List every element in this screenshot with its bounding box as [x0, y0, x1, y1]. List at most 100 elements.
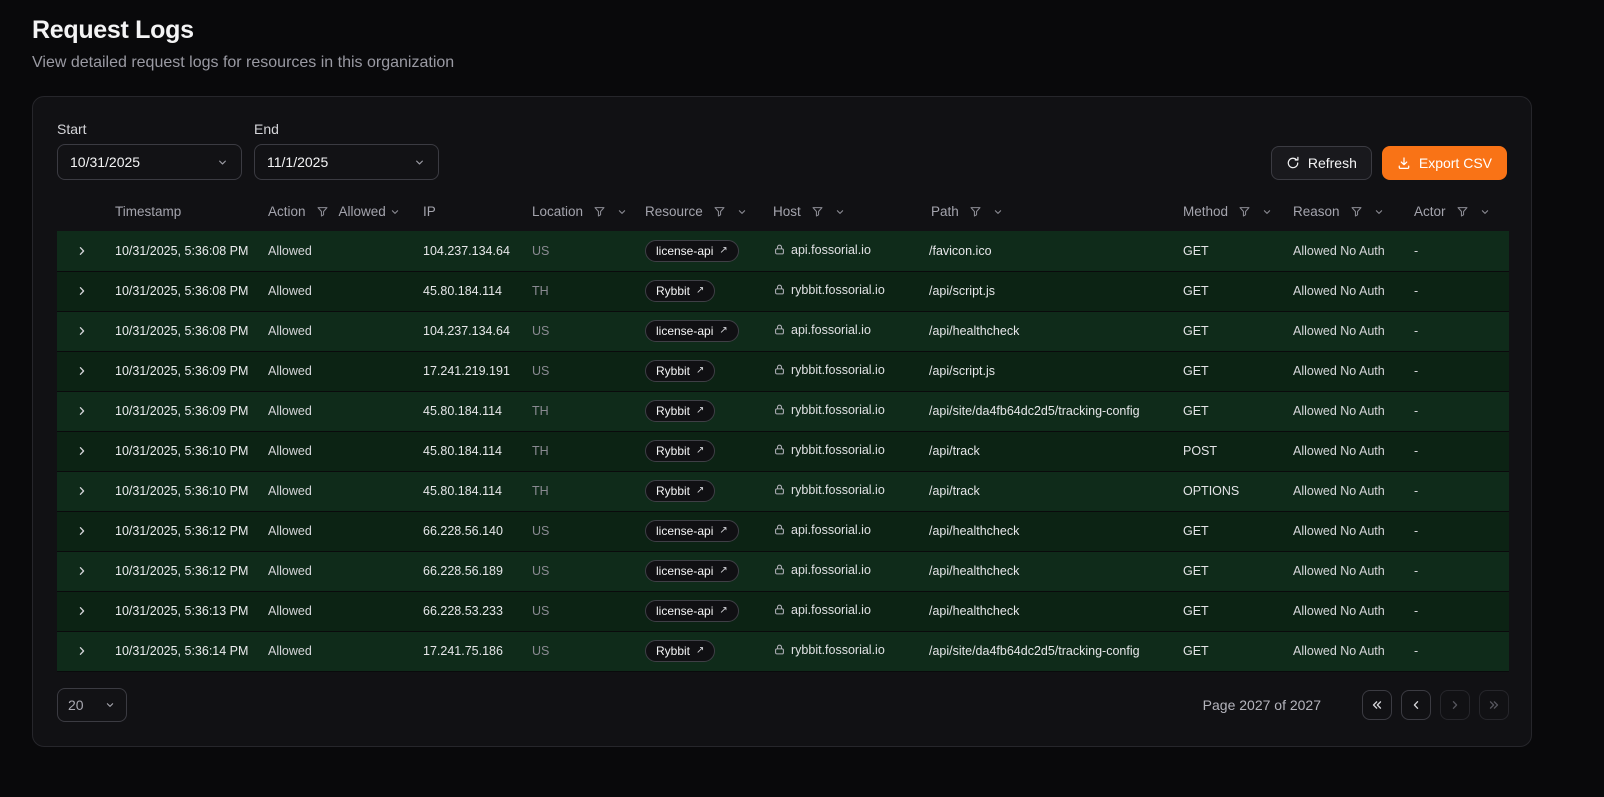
- last-page-button[interactable]: [1479, 690, 1509, 720]
- cell-method: OPTIONS: [1175, 471, 1285, 511]
- export-csv-button[interactable]: Export CSV: [1382, 146, 1507, 180]
- host-filter-icon[interactable]: [811, 205, 824, 218]
- log-row[interactable]: 10/31/2025, 5:36:13 PMAllowed66.228.53.2…: [57, 591, 1509, 631]
- row-expand-icon[interactable]: [75, 404, 89, 418]
- resource-badge[interactable]: license-api↗: [645, 320, 739, 342]
- resource-badge[interactable]: Rybbit↗: [645, 440, 715, 462]
- reason-filter-icon[interactable]: [1350, 205, 1363, 218]
- prev-page-button[interactable]: [1401, 690, 1431, 720]
- cell-method: POST: [1175, 431, 1285, 471]
- cell-actor: -: [1406, 351, 1509, 391]
- col-reason: Reason: [1285, 198, 1406, 231]
- cell-location: TH: [524, 471, 637, 511]
- lock-icon: [773, 603, 786, 616]
- log-row[interactable]: 10/31/2025, 5:36:12 PMAllowed66.228.56.1…: [57, 511, 1509, 551]
- next-page-button[interactable]: [1440, 690, 1470, 720]
- path-filter-icon[interactable]: [969, 205, 982, 218]
- cell-location: US: [524, 511, 637, 551]
- cell-timestamp: 10/31/2025, 5:36:14 PM: [107, 631, 260, 671]
- col-method: Method: [1175, 198, 1285, 231]
- external-link-icon: ↗: [719, 606, 727, 616]
- cell-method: GET: [1175, 351, 1285, 391]
- cell-host: api.fossorial.io: [765, 551, 923, 591]
- start-date-select[interactable]: 10/31/2025: [57, 144, 242, 180]
- host-chevron-icon[interactable]: [834, 206, 846, 218]
- request-logs-table: Timestamp Action Allowed IP: [57, 198, 1509, 672]
- resource-badge[interactable]: Rybbit↗: [645, 400, 715, 422]
- cell-location: US: [524, 351, 637, 391]
- resource-badge[interactable]: license-api↗: [645, 560, 739, 582]
- row-expand-icon[interactable]: [75, 524, 89, 538]
- lock-icon: [773, 363, 786, 376]
- cell-timestamp: 10/31/2025, 5:36:09 PM: [107, 351, 260, 391]
- method-chevron-icon[interactable]: [1261, 206, 1273, 218]
- resource-badge[interactable]: Rybbit↗: [645, 280, 715, 302]
- log-row[interactable]: 10/31/2025, 5:36:08 PMAllowed45.80.184.1…: [57, 271, 1509, 311]
- row-expand-icon[interactable]: [75, 364, 89, 378]
- resource-filter-icon[interactable]: [713, 205, 726, 218]
- path-chevron-icon[interactable]: [992, 206, 1004, 218]
- cell-resource: Rybbit↗: [637, 351, 765, 391]
- cell-action: Allowed: [260, 271, 415, 311]
- log-row[interactable]: 10/31/2025, 5:36:09 PMAllowed45.80.184.1…: [57, 391, 1509, 431]
- location-chevron-icon[interactable]: [616, 206, 628, 218]
- double-chevron-right-icon: [1487, 698, 1501, 712]
- method-filter-icon[interactable]: [1238, 205, 1251, 218]
- date-range-filters: Start 10/31/2025 End 11/1/2025: [57, 121, 439, 180]
- external-link-icon: ↗: [696, 446, 704, 456]
- row-expand-icon[interactable]: [75, 324, 89, 338]
- cell-actor: -: [1406, 231, 1509, 271]
- cell-timestamp: 10/31/2025, 5:36:12 PM: [107, 551, 260, 591]
- resource-badge[interactable]: license-api↗: [645, 520, 739, 542]
- cell-timestamp: 10/31/2025, 5:36:09 PM: [107, 391, 260, 431]
- cell-ip: 104.237.134.64: [415, 311, 524, 351]
- end-date-label: End: [254, 121, 439, 137]
- row-expand-icon[interactable]: [75, 644, 89, 658]
- page-subtitle: View detailed request logs for resources…: [32, 54, 1604, 72]
- resource-badge[interactable]: Rybbit↗: [645, 360, 715, 382]
- row-expand-icon[interactable]: [75, 444, 89, 458]
- location-filter-icon[interactable]: [593, 205, 606, 218]
- row-expand-icon[interactable]: [75, 604, 89, 618]
- actor-chevron-icon[interactable]: [1479, 206, 1491, 218]
- action-filter-icon[interactable]: [316, 205, 329, 218]
- actor-filter-icon[interactable]: [1456, 205, 1469, 218]
- row-expand-icon[interactable]: [75, 284, 89, 298]
- row-expand-icon[interactable]: [75, 244, 89, 258]
- resource-badge[interactable]: Rybbit↗: [645, 480, 715, 502]
- cell-host: rybbit.fossorial.io: [765, 271, 923, 311]
- log-row[interactable]: 10/31/2025, 5:36:14 PMAllowed17.241.75.1…: [57, 631, 1509, 671]
- page-size-select[interactable]: 20: [57, 688, 127, 722]
- resource-chevron-icon[interactable]: [736, 206, 748, 218]
- log-row[interactable]: 10/31/2025, 5:36:10 PMAllowed45.80.184.1…: [57, 471, 1509, 511]
- resource-badge[interactable]: Rybbit↗: [645, 640, 715, 662]
- cell-host: rybbit.fossorial.io: [765, 351, 923, 391]
- request-logs-page: Request Logs View detailed request logs …: [0, 0, 1604, 747]
- cell-actor: -: [1406, 311, 1509, 351]
- external-link-icon: ↗: [696, 646, 704, 656]
- cell-action: Allowed: [260, 511, 415, 551]
- refresh-icon: [1286, 156, 1300, 170]
- log-row[interactable]: 10/31/2025, 5:36:08 PMAllowed104.237.134…: [57, 231, 1509, 271]
- log-row[interactable]: 10/31/2025, 5:36:09 PMAllowed17.241.219.…: [57, 351, 1509, 391]
- page-info: Page 2027 of 2027: [1203, 697, 1321, 713]
- col-actor: Actor: [1406, 198, 1509, 231]
- resource-badge[interactable]: license-api↗: [645, 600, 739, 622]
- col-path: Path: [923, 198, 1175, 231]
- resource-badge[interactable]: license-api↗: [645, 240, 739, 262]
- action-filter-dropdown[interactable]: Allowed: [339, 204, 401, 219]
- chevron-down-icon: [389, 206, 401, 218]
- row-expand-icon[interactable]: [75, 564, 89, 578]
- log-row[interactable]: 10/31/2025, 5:36:10 PMAllowed45.80.184.1…: [57, 431, 1509, 471]
- log-row[interactable]: 10/31/2025, 5:36:08 PMAllowed104.237.134…: [57, 311, 1509, 351]
- first-page-button[interactable]: [1362, 690, 1392, 720]
- cell-path: /api/site/da4fb64dc2d5/tracking-config: [923, 631, 1175, 671]
- end-date-select[interactable]: 11/1/2025: [254, 144, 439, 180]
- cell-method: GET: [1175, 231, 1285, 271]
- row-expand-icon[interactable]: [75, 484, 89, 498]
- reason-chevron-icon[interactable]: [1373, 206, 1385, 218]
- refresh-button[interactable]: Refresh: [1271, 146, 1372, 180]
- double-chevron-left-icon: [1370, 698, 1384, 712]
- log-row[interactable]: 10/31/2025, 5:36:12 PMAllowed66.228.56.1…: [57, 551, 1509, 591]
- cell-timestamp: 10/31/2025, 5:36:13 PM: [107, 591, 260, 631]
